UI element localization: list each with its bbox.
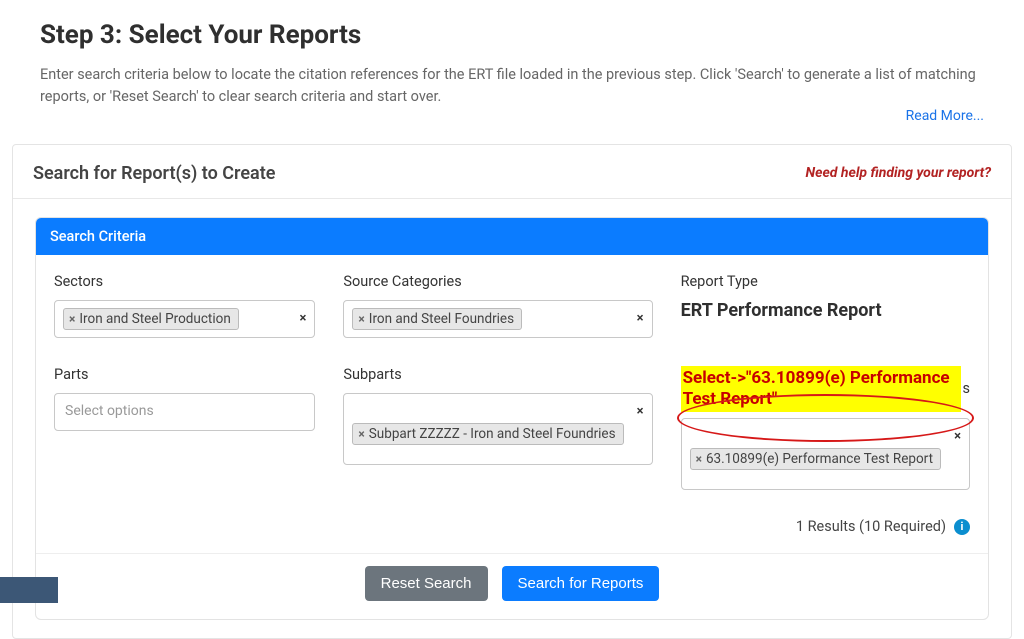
clear-sectors-icon[interactable]: × bbox=[300, 311, 307, 326]
instructions-text: Enter search criteria below to locate th… bbox=[40, 64, 984, 108]
search-panel: Search for Report(s) to Create Need help… bbox=[12, 144, 1012, 639]
tag-remove-icon[interactable]: × bbox=[358, 427, 364, 441]
tag-source-category[interactable]: × Iron and Steel Foundries bbox=[352, 308, 522, 330]
page-container: Step 3: Select Your Reports Enter search… bbox=[0, 0, 1024, 639]
tag-sector[interactable]: × Iron and Steel Production bbox=[63, 308, 239, 330]
tag-citation[interactable]: × 63.10899(e) Performance Test Report bbox=[690, 448, 941, 470]
report-type-label: Report Type bbox=[681, 273, 970, 290]
sectors-label: Sectors bbox=[54, 273, 315, 290]
parts-placeholder: Select options bbox=[61, 399, 158, 423]
step-header: Step 3: Select Your Reports Enter search… bbox=[0, 0, 1024, 134]
criteria-body: Sectors × Iron and Steel Production × So… bbox=[36, 255, 988, 554]
tag-remove-icon[interactable]: × bbox=[696, 452, 702, 466]
report-type-value: ERT Performance Report bbox=[681, 300, 970, 321]
field-subparts: Subparts × × Subpart ZZZZZ - Iron and St… bbox=[343, 366, 652, 491]
clear-subparts-icon[interactable]: × bbox=[637, 404, 644, 419]
panel-head: Search for Report(s) to Create Need help… bbox=[13, 145, 1011, 199]
field-sectors: Sectors × Iron and Steel Production × bbox=[54, 273, 315, 338]
parts-label: Parts bbox=[54, 366, 315, 383]
tag-remove-icon[interactable]: × bbox=[69, 312, 75, 326]
decorative-stub bbox=[0, 577, 58, 603]
citations-input[interactable]: × × 63.10899(e) Performance Test Report bbox=[681, 418, 970, 490]
criteria-header: Search Criteria bbox=[36, 218, 988, 255]
annotation-highlight: Select->"63.10899(e) Performance Test Re… bbox=[681, 366, 961, 413]
search-for-reports-button[interactable]: Search for Reports bbox=[502, 566, 660, 601]
field-citations: Select->"63.10899(e) Performance Test Re… bbox=[681, 366, 970, 491]
panel-title: Search for Report(s) to Create bbox=[33, 163, 275, 184]
source-categories-label: Source Categories bbox=[343, 273, 652, 290]
tag-label: Iron and Steel Production bbox=[79, 311, 230, 327]
reset-search-button[interactable]: Reset Search bbox=[365, 566, 488, 601]
field-report-type: Report Type ERT Performance Report bbox=[681, 273, 970, 338]
sectors-input[interactable]: × Iron and Steel Production × bbox=[54, 300, 315, 338]
clear-source-categories-icon[interactable]: × bbox=[637, 311, 644, 326]
tag-remove-icon[interactable]: × bbox=[358, 312, 364, 326]
subparts-input[interactable]: × × Subpart ZZZZZ - Iron and Steel Found… bbox=[343, 393, 652, 465]
need-help-link[interactable]: Need help finding your report? bbox=[806, 165, 991, 181]
parts-input[interactable]: Select options bbox=[54, 393, 315, 431]
tag-subpart[interactable]: × Subpart ZZZZZ - Iron and Steel Foundri… bbox=[352, 423, 623, 445]
page-title: Step 3: Select Your Reports bbox=[40, 20, 984, 50]
tag-label: Subpart ZZZZZ - Iron and Steel Foundries bbox=[369, 426, 616, 442]
label-suffix: s bbox=[963, 380, 970, 397]
clear-citations-icon[interactable]: × bbox=[954, 429, 961, 444]
field-parts: Parts Select options bbox=[54, 366, 315, 491]
subparts-label: Subparts bbox=[343, 366, 652, 383]
info-icon[interactable]: i bbox=[954, 519, 970, 535]
button-row: Reset Search Search for Reports bbox=[36, 553, 988, 619]
read-more-link[interactable]: Read More... bbox=[40, 108, 984, 124]
results-count: 1 Results (10 Required) bbox=[796, 518, 946, 535]
criteria-card: Search Criteria Sectors × Iron and Steel… bbox=[35, 217, 989, 621]
source-categories-input[interactable]: × Iron and Steel Foundries × bbox=[343, 300, 652, 338]
field-source-categories: Source Categories × Iron and Steel Found… bbox=[343, 273, 652, 338]
tag-label: 63.10899(e) Performance Test Report bbox=[706, 451, 933, 467]
tag-label: Iron and Steel Foundries bbox=[369, 311, 514, 327]
results-count-row: 1 Results (10 Required) i bbox=[54, 518, 970, 535]
